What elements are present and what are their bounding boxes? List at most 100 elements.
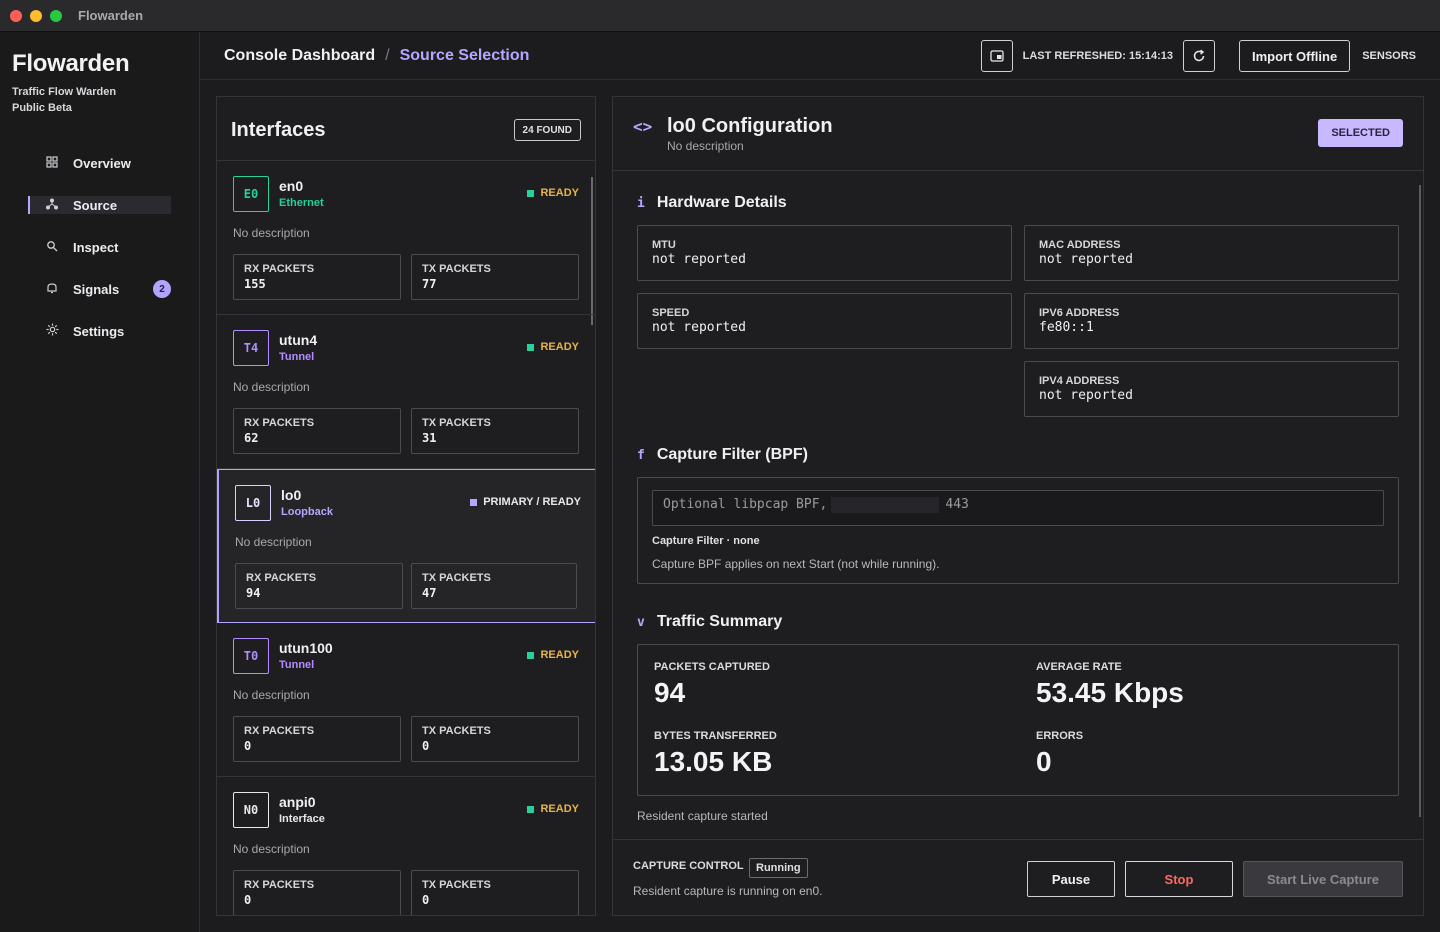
bpf-placeholder-end: 443 xyxy=(945,497,969,512)
packets-captured-stat: PACKETS CAPTURED 94 xyxy=(654,661,770,709)
configuration-scrollbar[interactable] xyxy=(1419,185,1421,817)
interface-card-utun100[interactable]: T0 utun100 Tunnel READY No description R… xyxy=(217,623,595,777)
interface-type: Ethernet xyxy=(279,197,324,209)
capture-control-message: Resident capture is running on en0. xyxy=(633,884,823,898)
network-icon xyxy=(44,198,60,213)
interface-status: READY xyxy=(527,649,579,661)
rx-packets-label: RX PACKETS xyxy=(244,725,315,737)
brand-subtitle-line2: Public Beta xyxy=(12,102,72,114)
ipv6-address-label: IPV6 ADDRESS xyxy=(1039,307,1120,319)
filter-icon: f xyxy=(637,447,645,463)
tx-packets-value: 0 xyxy=(422,893,430,907)
sidebar-item-settings[interactable]: Settings xyxy=(28,322,171,340)
hardware-details-title: Hardware Details xyxy=(656,194,787,211)
tx-packets-value: 47 xyxy=(422,586,437,600)
interface-type: Loopback xyxy=(281,506,333,518)
speed-value: not reported xyxy=(652,320,746,335)
tx-packets-label: TX PACKETS xyxy=(422,263,491,275)
mtu-value: not reported xyxy=(652,252,746,267)
capture-filter-box: Optional libpcap BPF, 443 Capture Filter… xyxy=(637,477,1399,584)
tx-packets-label: TX PACKETS xyxy=(422,417,491,429)
sidebar-item-source[interactable]: Source xyxy=(28,196,171,214)
rx-packets-value: 0 xyxy=(244,893,252,907)
resident-capture-status: Resident capture started xyxy=(637,809,768,823)
status-dot xyxy=(527,343,535,351)
bytes-transferred-label: BYTES TRANSFERRED xyxy=(654,730,777,742)
bpf-filter-input[interactable]: Optional libpcap BPF, 443 xyxy=(652,490,1384,526)
mac-address-value: not reported xyxy=(1039,252,1133,267)
interface-type: Tunnel xyxy=(279,351,315,363)
interface-card-utun4[interactable]: T4 utun4 Tunnel READY No description RX … xyxy=(217,315,595,469)
interface-card-anpi0[interactable]: N0 anpi0 Interface READY No description … xyxy=(217,777,595,915)
status-dot xyxy=(527,651,535,659)
sensors-link[interactable]: SENSORS xyxy=(1362,50,1416,62)
grid-icon xyxy=(44,155,60,171)
interface-code-badge: T0 xyxy=(233,638,269,674)
picture-in-picture-button[interactable] xyxy=(980,40,1013,72)
interface-name: anpi0 xyxy=(279,794,316,810)
bytes-transferred-stat: BYTES TRANSFERRED 13.05 KB xyxy=(654,730,777,778)
interface-type: Tunnel xyxy=(279,659,315,671)
start-live-capture-button[interactable]: Start Live Capture xyxy=(1243,861,1403,897)
import-offline-button[interactable]: Import Offline xyxy=(1238,40,1351,72)
tx-packets-box: TX PACKETS 77 xyxy=(411,254,579,300)
stop-button[interactable]: Stop xyxy=(1125,861,1233,897)
traffic-summary-title: Traffic Summary xyxy=(656,613,783,630)
tx-packets-box: TX PACKETS 31 xyxy=(411,408,579,454)
interface-name: lo0 xyxy=(281,487,302,503)
rx-packets-box: RX PACKETS 0 xyxy=(233,870,401,915)
page-header: Console Dashboard / Source Selection LAS… xyxy=(200,32,1440,80)
rx-packets-box: RX PACKETS 62 xyxy=(233,408,401,454)
traffic-summary-heading: v Traffic Summary xyxy=(637,613,782,631)
code-icon: <> xyxy=(633,117,653,136)
window-controls xyxy=(10,9,62,22)
interface-description: No description xyxy=(233,842,310,856)
hardware-details-heading: i Hardware Details xyxy=(637,194,787,212)
close-window-button[interactable] xyxy=(10,9,22,22)
breadcrumb-console-dashboard[interactable]: Console Dashboard xyxy=(224,47,375,65)
configuration-header: <> lo0 Configuration No description SELE… xyxy=(613,97,1423,171)
interface-name: en0 xyxy=(279,178,304,194)
interface-description: No description xyxy=(233,688,310,702)
pause-button[interactable]: Pause xyxy=(1027,861,1115,897)
sidebar-item-overview[interactable]: Overview xyxy=(28,154,171,172)
capture-control-bar: CAPTURE CONTROL Running Resident capture… xyxy=(613,839,1423,915)
sidebar-item-label: Inspect xyxy=(73,239,119,255)
brand-subtitle-line1: Traffic Flow Warden xyxy=(12,86,117,98)
status-dot xyxy=(527,805,535,813)
interfaces-header: Interfaces 24 FOUND xyxy=(217,97,595,161)
status-dot xyxy=(470,498,478,506)
rx-packets-value: 0 xyxy=(244,739,252,753)
minimize-window-button[interactable] xyxy=(30,9,42,22)
rx-packets-box: RX PACKETS 0 xyxy=(233,716,401,762)
speed-box: SPEED not reported xyxy=(637,293,1012,349)
rx-packets-label: RX PACKETS xyxy=(244,417,315,429)
sidebar-item-label: Source xyxy=(73,197,118,213)
rx-packets-value: 155 xyxy=(244,277,266,291)
brand-name: Flowarden xyxy=(12,50,130,77)
rx-packets-box: RX PACKETS 94 xyxy=(235,563,403,609)
status-dot xyxy=(527,189,535,197)
window-titlebar: Flowarden xyxy=(0,0,1440,32)
interfaces-title: Interfaces xyxy=(231,119,326,141)
zoom-window-button[interactable] xyxy=(50,9,62,22)
rx-packets-value: 62 xyxy=(244,431,259,445)
refresh-button[interactable] xyxy=(1182,40,1215,72)
ipv6-address-value: fe80::1 xyxy=(1039,320,1094,335)
interface-card-lo0[interactable]: L0 lo0 Loopback PRIMARY / READY No descr… xyxy=(217,469,595,623)
capture-state-badge: Running xyxy=(749,858,808,878)
traffic-summary-box: PACKETS CAPTURED 94 AVERAGE RATE 53.45 K… xyxy=(637,644,1399,796)
interface-code-badge: E0 xyxy=(233,176,269,212)
tx-packets-value: 0 xyxy=(422,739,430,753)
interface-card-en0[interactable]: E0 en0 Ethernet READY No description RX … xyxy=(217,161,595,315)
rx-packets-label: RX PACKETS xyxy=(246,572,317,584)
configuration-title: lo0 Configuration xyxy=(667,115,833,137)
tx-packets-box: TX PACKETS 47 xyxy=(411,563,577,609)
average-rate-label: AVERAGE RATE xyxy=(1036,661,1122,673)
sidebar-item-inspect[interactable]: Inspect xyxy=(28,238,171,256)
bytes-transferred-value: 13.05 KB xyxy=(654,746,773,777)
sidebar-item-signals[interactable]: Signals 2 xyxy=(28,280,171,298)
rx-packets-value: 94 xyxy=(246,586,261,600)
interface-status: PRIMARY / READY xyxy=(470,496,581,508)
status-text: READY xyxy=(540,341,579,353)
